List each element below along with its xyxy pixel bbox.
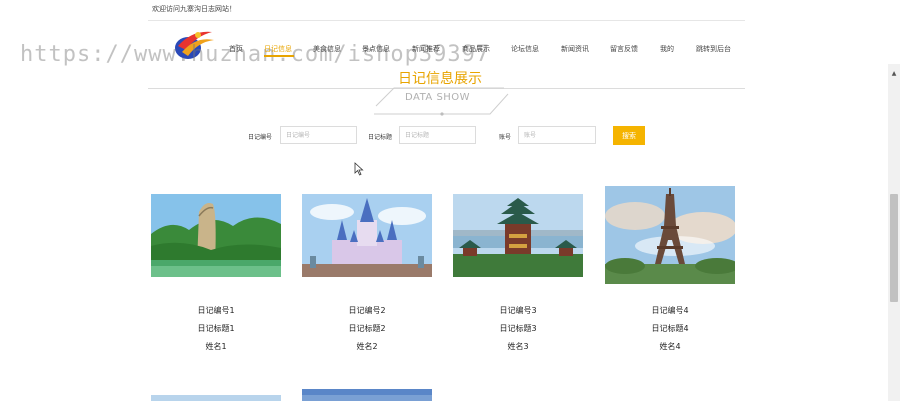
diary-title: 日记标题3 [499, 324, 537, 333]
section-subtitle: DATA SHOW [405, 92, 471, 103]
diary-title: 日记标题1 [197, 324, 235, 333]
diary-card-meta: 日记编号1 日记标题1 姓名1 [151, 302, 281, 356]
main-nav: 首页 日记信息 美食信息 景点信息 新闻推荐 商品展示 论坛信息 新闻资讯 留言… [0, 44, 900, 58]
nav-feedback[interactable]: 留言反馈 [610, 44, 638, 54]
diary-title: 日记标题4 [651, 324, 689, 333]
vertical-scrollbar[interactable]: ▲ [888, 64, 900, 401]
diary-title-input[interactable] [399, 126, 476, 144]
diary-author: 姓名3 [507, 342, 529, 351]
nav-products[interactable]: 商品展示 [462, 44, 490, 54]
diary-number: 日记编号1 [197, 306, 235, 315]
diary-author: 姓名2 [356, 342, 378, 351]
account-input[interactable] [518, 126, 596, 144]
welcome-text: 欢迎访问九寨沟日志网站！ [152, 5, 236, 13]
header-divider [148, 20, 745, 21]
scroll-up-icon[interactable]: ▲ [888, 70, 900, 77]
nav-active-indicator [264, 55, 294, 57]
diary-number: 日记编号3 [499, 306, 537, 315]
search-button[interactable]: 搜索 [613, 126, 645, 145]
diary-author: 姓名1 [205, 342, 227, 351]
nav-admin[interactable]: 跳转到后台 [696, 44, 731, 54]
section-title: 日记信息展示 [398, 71, 482, 87]
nav-diary[interactable]: 日记信息 [264, 44, 292, 54]
scroll-thumb[interactable] [890, 194, 898, 302]
mouse-cursor-icon [354, 162, 364, 176]
nav-mine[interactable]: 我的 [660, 44, 674, 54]
diary-photo-pavilion[interactable] [453, 194, 583, 277]
nav-food[interactable]: 美食信息 [313, 44, 341, 54]
diary-number-input[interactable] [280, 126, 357, 144]
diary-card-meta: 日记编号4 日记标题4 姓名4 [605, 302, 735, 356]
diary-title: 日记标题2 [348, 324, 386, 333]
diary-author: 姓名4 [659, 342, 681, 351]
diary-photo-castle[interactable] [302, 194, 432, 277]
diary-photo-mountain-lake[interactable] [151, 194, 281, 277]
nav-forum[interactable]: 论坛信息 [511, 44, 539, 54]
nav-home[interactable]: 首页 [229, 44, 243, 54]
diary-title-label: 日记标题 [368, 134, 393, 141]
nav-news-recommend[interactable]: 新闻推荐 [412, 44, 440, 54]
diary-number-label: 日记编号 [248, 134, 273, 141]
diary-photo[interactable] [302, 389, 432, 401]
nav-scenic[interactable]: 景点信息 [362, 44, 390, 54]
diary-photo-eiffel-tower[interactable] [605, 186, 735, 284]
account-label: 账号 [499, 134, 512, 141]
diary-card-meta: 日记编号3 日记标题3 姓名3 [453, 302, 583, 356]
diary-card-meta: 日记编号2 日记标题2 姓名2 [302, 302, 432, 356]
diary-number: 日记编号2 [348, 306, 386, 315]
diary-number: 日记编号4 [651, 306, 689, 315]
nav-news[interactable]: 新闻资讯 [561, 44, 589, 54]
diary-photo[interactable] [151, 395, 281, 401]
